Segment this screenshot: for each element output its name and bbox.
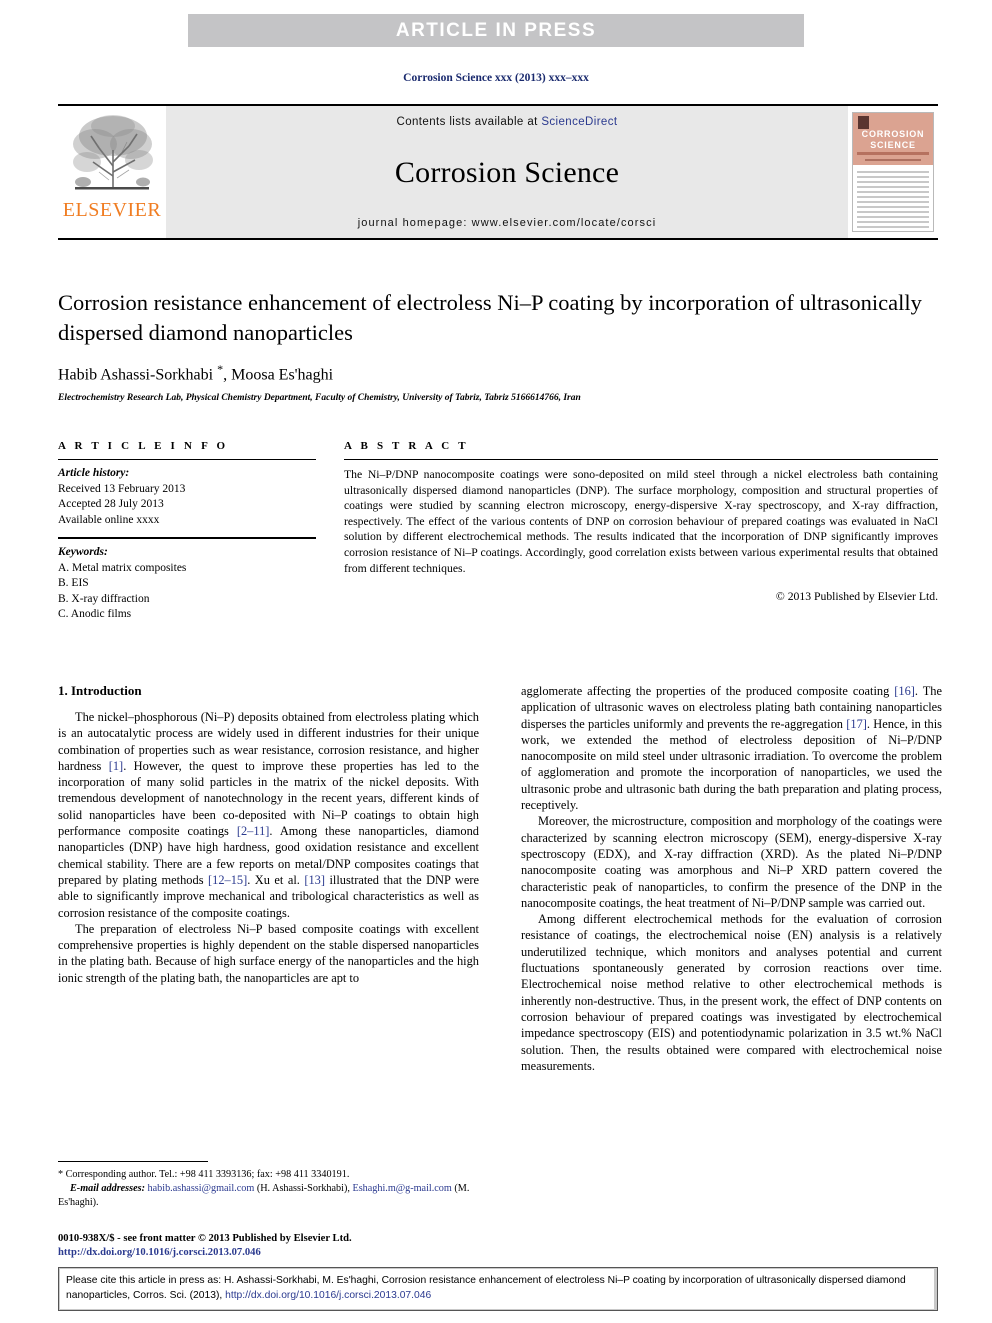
article-info-divider-top <box>58 459 316 460</box>
article-info-divider-mid <box>58 537 316 539</box>
journal-title: Corrosion Science <box>394 155 620 189</box>
title-area: Corrosion resistance enhancement of elec… <box>58 288 938 403</box>
elsevier-tree-icon <box>73 115 153 190</box>
cover-subtitle-band-2 <box>865 159 921 161</box>
keyword-item: B. X-ray diffraction <box>58 592 150 605</box>
abstract-column: A B S T R A C T The Ni–P/DNP nanocomposi… <box>344 440 938 623</box>
article-history-label: Article history: <box>58 467 130 479</box>
article-in-press-banner: ARTICLE IN PRESS <box>188 14 804 47</box>
cite-this-article-box: Please cite this article in press as: H.… <box>58 1267 938 1311</box>
affiliation: Electrochemistry Research Lab, Physical … <box>58 393 581 404</box>
page-title: Corrosion resistance enhancement of elec… <box>58 290 922 345</box>
author-list: Habib Ashassi-Sorkhabi *, Moosa Es'haghi <box>58 362 938 384</box>
article-in-press-label: ARTICLE IN PRESS <box>395 20 597 41</box>
journal-cover-thumbnail: CORROSION SCIENCE <box>852 112 934 232</box>
sciencedirect-link[interactable]: ScienceDirect <box>541 116 617 128</box>
keyword-item: C. Anodic films <box>58 608 132 620</box>
section-title-introduction: 1. Introduction <box>58 683 142 698</box>
corresponding-author-note: * Corresponding author. Tel.: +98 411 33… <box>58 1168 479 1182</box>
article-history: Article history: Received 13 February 20… <box>58 466 316 528</box>
cover-title-line2: SCIENCE <box>870 140 916 150</box>
body-right-column: agglomerate affecting the properties of … <box>521 683 942 1074</box>
body-columns: 1. Introduction The nickel–phosphorous (… <box>58 683 942 1074</box>
journal-cover-block: CORROSION SCIENCE <box>848 106 938 238</box>
cite-doi-link[interactable]: http://dx.doi.org/10.1016/j.corsci.2013.… <box>225 1290 431 1301</box>
footnote-block: * Corresponding author. Tel.: +98 411 33… <box>58 1161 479 1210</box>
paragraph: agglomerate affecting the properties of … <box>521 684 942 813</box>
body-column-gap <box>479 683 521 1074</box>
article-history-received: Received 13 February 2013 <box>58 482 186 495</box>
cite-text: Please cite this article in press as: H.… <box>66 1274 928 1303</box>
cover-contents-lines <box>857 171 929 228</box>
abstract-heading: A B S T R A C T <box>344 440 469 452</box>
body-left-column: 1. Introduction The nickel–phosphorous (… <box>58 683 479 1074</box>
column-gap <box>316 440 344 623</box>
elsevier-logo: ELSEVIER <box>58 106 166 238</box>
journal-masthead: ELSEVIER Contents lists available at Sci… <box>58 104 938 240</box>
doi-link[interactable]: http://dx.doi.org/10.1016/j.corsci.2013.… <box>58 1246 558 1260</box>
keywords-block: Keywords: A. Metal matrix composites B. … <box>58 545 316 623</box>
contents-prefix: Contents lists available at <box>396 116 542 128</box>
article-info-heading: A R T I C L E I N F O <box>58 440 229 452</box>
paragraph: The nickel–phosphorous (Ni–P) deposits o… <box>58 710 480 920</box>
abstract-divider <box>344 459 938 460</box>
keyword-item: A. Metal matrix composites <box>58 561 187 574</box>
footnote-divider <box>58 1161 208 1162</box>
cover-title-line1: CORROSION <box>861 129 925 139</box>
email-addresses-label: E-mail addresses: <box>70 1183 145 1194</box>
abstract-text: The Ni–P/DNP nanocomposite coatings were… <box>344 468 938 575</box>
cover-subtitle-band <box>857 152 929 155</box>
email-link-2[interactable]: Eshaghi.m@g-mail.com <box>352 1183 451 1194</box>
info-abstract-zone: A R T I C L E I N F O Article history: R… <box>58 440 938 623</box>
keyword-item: B. EIS <box>58 577 89 589</box>
abstract-copyright: © 2013 Published by Elsevier Ltd. <box>775 590 938 604</box>
cite-box-inner: Please cite this article in press as: H.… <box>60 1269 934 1309</box>
cite-text-body: Please cite this article in press as: H.… <box>66 1275 906 1301</box>
footnote-marker-icon: * <box>58 1169 64 1180</box>
issn-front-matter: 0010-938X/$ - see front matter © 2013 Pu… <box>58 1233 352 1244</box>
cover-publisher-mark-icon <box>858 116 869 129</box>
email-note: E-mail addresses: habib.ashassi@gmail.co… <box>58 1182 479 1210</box>
paragraph: Moreover, the microstructure, compositio… <box>521 814 942 910</box>
paragraph: The preparation of electroless Ni–P base… <box>58 921 479 985</box>
email-link-1[interactable]: habib.ashassi@gmail.com <box>148 1183 255 1194</box>
contents-list-line: Contents lists available at ScienceDirec… <box>397 116 618 128</box>
masthead-center: Contents lists available at ScienceDirec… <box>166 106 848 238</box>
elsevier-wordmark: ELSEVIER <box>62 199 162 221</box>
article-history-online: Available online xxxx <box>58 513 160 526</box>
article-info-column: A R T I C L E I N F O Article history: R… <box>58 440 316 623</box>
email-owner-1: (H. Ashassi-Sorkhabi), <box>256 1183 350 1194</box>
issn-block: 0010-938X/$ - see front matter © 2013 Pu… <box>58 1232 558 1260</box>
corresponding-author-text: Corresponding author. Tel.: +98 411 3393… <box>65 1169 350 1180</box>
article-history-accepted: Accepted 28 July 2013 <box>58 498 164 510</box>
running-head: Corrosion Science xxx (2013) xxx–xxx <box>403 72 589 84</box>
journal-homepage-link[interactable]: journal homepage: www.elsevier.com/locat… <box>358 217 657 229</box>
paragraph: Among different electrochemical methods … <box>521 912 942 1073</box>
keywords-label: Keywords: <box>58 546 108 558</box>
author-names: Habib Ashassi-Sorkhabi <box>58 366 218 384</box>
author-names-rest: , Moosa Es'haghi <box>223 366 334 384</box>
